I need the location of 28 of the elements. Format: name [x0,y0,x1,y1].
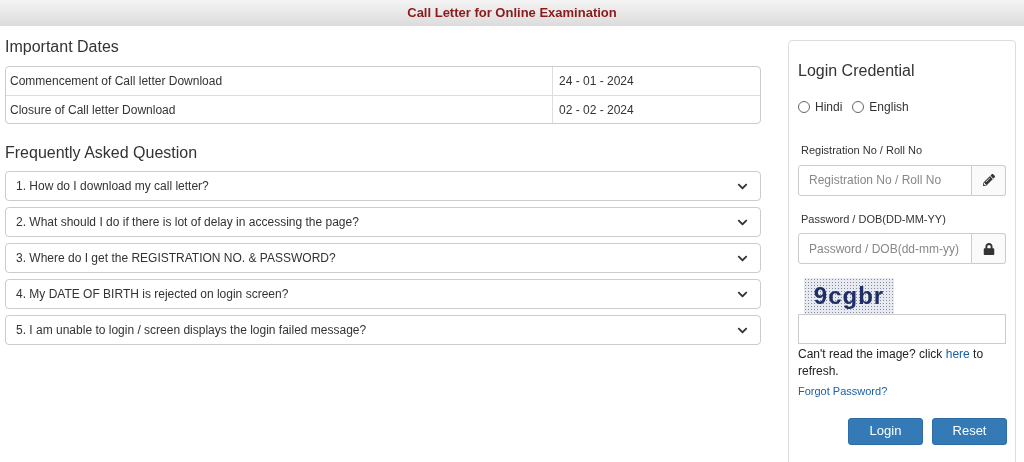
reset-button[interactable]: Reset [932,417,1007,445]
table-cell-text: 02 - 02 - 2024 [559,101,634,119]
table-cell-text: 24 - 01 - 2024 [559,73,634,90]
login-button[interactable]: Login [848,417,923,445]
input-field[interactable]: Registration No / Roll No [798,164,972,196]
language-radio[interactable]: English [852,98,909,116]
pencil-icon [982,174,995,186]
input-field[interactable]: Password / DOB(dd-mm-yy) [798,233,972,264]
language-radio[interactable]: Hindi [798,98,843,116]
faq-item[interactable]: 1. How do I download my call letter? [5,171,761,201]
table-cell-text: Closure of Call letter Download [10,101,176,119]
field-label: Password / DOB(DD-MM-YY) [801,211,946,227]
faq-item[interactable]: 2. What should I do if there is lot of delay in accessing the page? [5,207,761,237]
captcha-field[interactable] [798,314,1006,344]
section-heading: Frequently Asked Question [5,143,198,163]
faq-item[interactable]: 3. Where do I get the REGISTRATION NO. & PASSWORD? [5,243,761,273]
panel-title: Login Credential [798,61,915,81]
captcha-image: 9cgbr [804,278,894,314]
refresh-hint: Can't read the image? click here to refresh. [798,346,985,380]
refresh-link[interactable]: here [945,347,970,361]
table-cell-text: Commencement of Call letter Download [10,73,223,90]
section-heading: Important Dates [5,37,119,57]
page-title: Call Letter for Online Examination [407,4,617,23]
field-label: Registration No / Roll No [801,143,923,158]
faq-item[interactable]: 5. I am unable to login / screen displays the login failed message? [5,315,761,345]
lock-icon [982,242,995,255]
forgot-password-link[interactable]: Forgot Password? [798,383,888,400]
faq-item[interactable]: 4. My DATE OF BIRTH is rejected on login screen? [5,279,761,309]
